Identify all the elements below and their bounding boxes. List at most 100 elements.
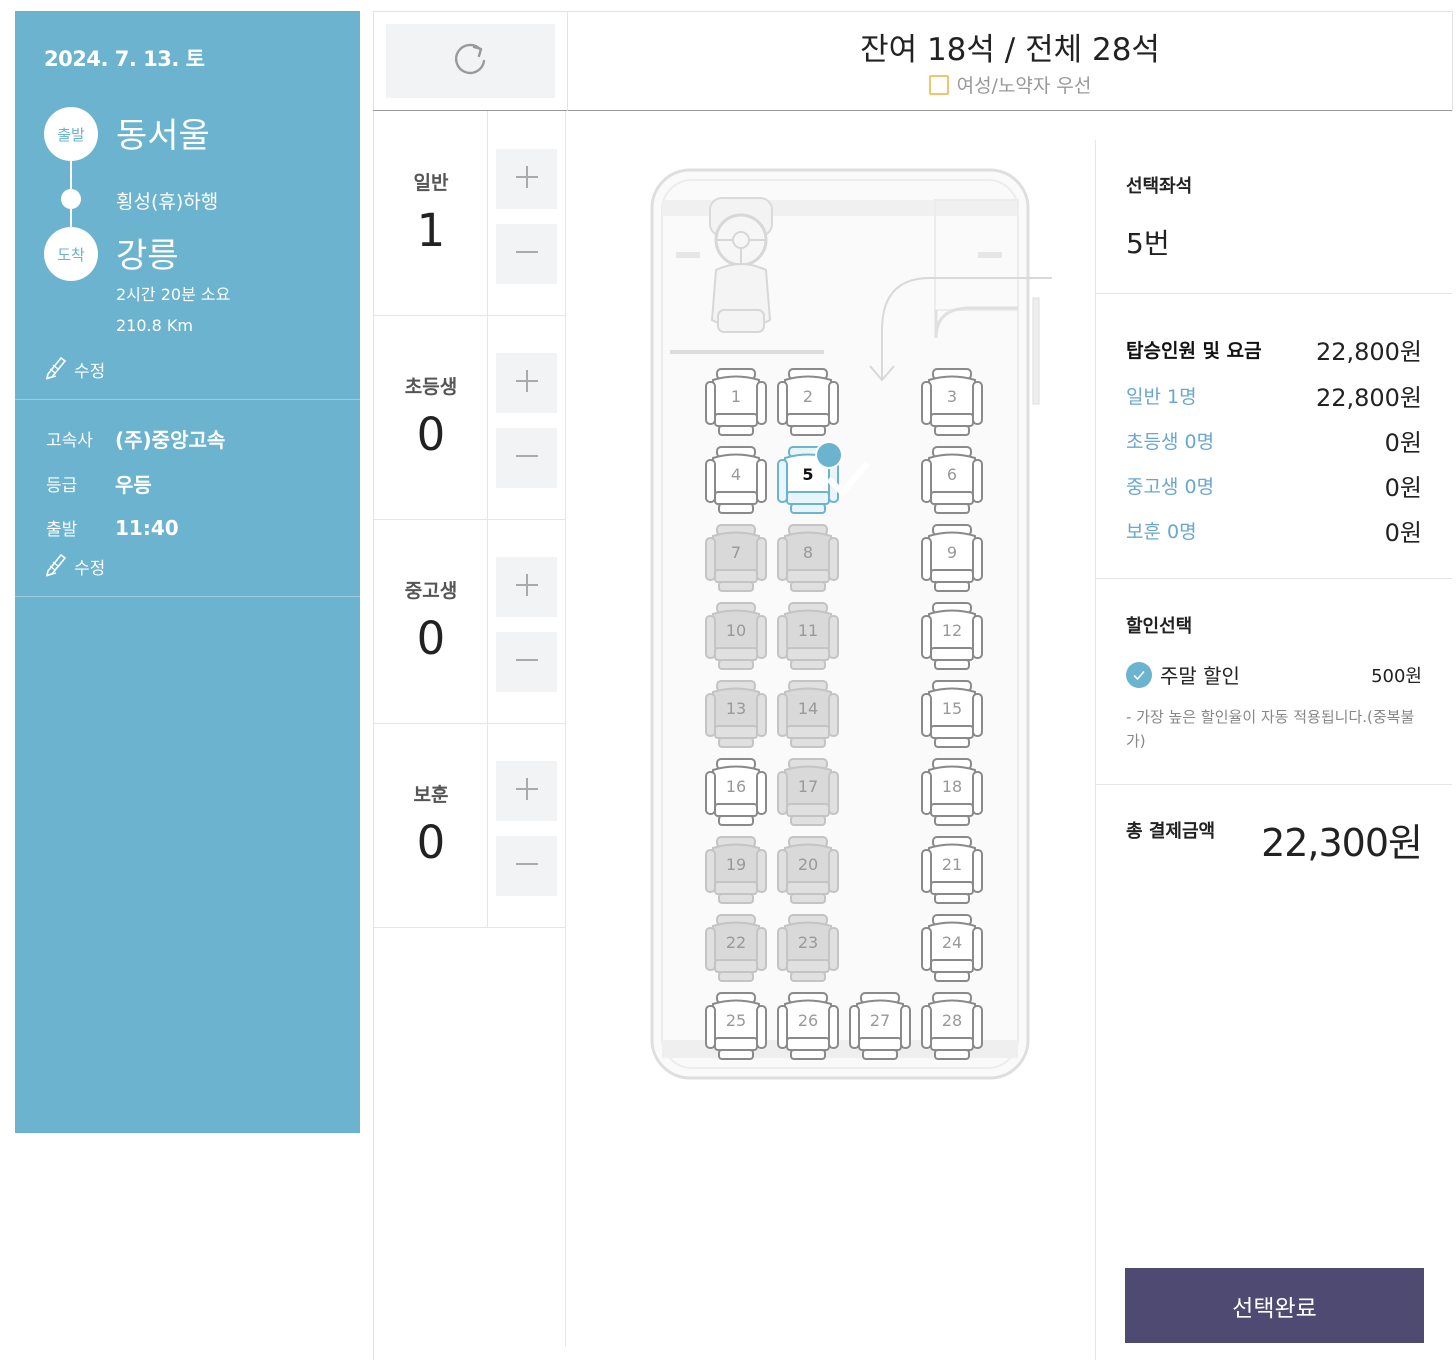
- seat-5[interactable]: 5: [777, 441, 870, 514]
- seat-number: 3: [946, 387, 958, 406]
- seat-number: 22: [725, 933, 747, 952]
- complete-selection-button[interactable]: 선택완료: [1125, 1268, 1424, 1343]
- company-value: (주)중앙고속: [115, 428, 226, 452]
- seat-4[interactable]: 4: [705, 446, 767, 514]
- seat-28[interactable]: 28: [921, 992, 983, 1060]
- seat-24[interactable]: 24: [921, 914, 983, 982]
- priority-seat-legend: 여성/노약자 우선: [568, 71, 1452, 98]
- passenger-count: 0: [416, 816, 446, 869]
- arrival-terminal: 강릉: [116, 236, 179, 276]
- seat-number: 23: [797, 933, 819, 952]
- decrease-button[interactable]: [496, 224, 557, 284]
- bus-outline: [650, 168, 1052, 1080]
- edit-schedule-label: 수정: [74, 559, 106, 579]
- passenger-type-label: 일반: [413, 172, 449, 194]
- increase-button[interactable]: [496, 557, 557, 617]
- seat-18[interactable]: 18: [921, 758, 983, 826]
- seat-3[interactable]: 3: [921, 368, 983, 436]
- seat-8: 8: [777, 524, 839, 592]
- plus-icon: [513, 571, 541, 603]
- seat-22: 22: [705, 914, 767, 982]
- seat-1[interactable]: 1: [705, 368, 767, 436]
- selected-seat-title: 선택좌석: [1126, 176, 1193, 197]
- departure-terminal: 동서울: [116, 116, 210, 156]
- check-circle-icon[interactable]: [1126, 661, 1152, 688]
- depart-time-row: 출발 11:40: [46, 515, 179, 541]
- passenger-counter-veteran: 보훈 0: [374, 724, 565, 928]
- seat-12[interactable]: 12: [921, 602, 983, 670]
- minus-icon: [513, 646, 541, 678]
- seat-number: 9: [946, 543, 958, 562]
- fare-amount: 0원: [1384, 474, 1422, 502]
- fare-label: 일반 1명: [1126, 386, 1197, 408]
- grade-row: 등급 우등: [46, 469, 152, 498]
- minus-icon: [513, 238, 541, 270]
- seat-number: 4: [730, 465, 742, 484]
- increase-button[interactable]: [496, 353, 557, 413]
- minus-icon: [513, 442, 541, 474]
- pencil-icon: [44, 551, 68, 582]
- arrival-badge: 도착: [44, 227, 98, 281]
- passenger-type-label: 초등생: [404, 376, 458, 398]
- seat-6[interactable]: 6: [921, 446, 983, 514]
- seat-number: 16: [725, 777, 747, 796]
- seat-26[interactable]: 26: [777, 992, 839, 1060]
- weekend-discount-option[interactable]: 주말 할인 500원: [1126, 660, 1422, 689]
- passenger-count: 1: [416, 204, 446, 257]
- seat-21[interactable]: 21: [921, 836, 983, 904]
- seat-9[interactable]: 9: [921, 524, 983, 592]
- refresh-button[interactable]: [386, 24, 555, 98]
- seat-number: 6: [946, 465, 958, 484]
- seat-16[interactable]: 16: [705, 758, 767, 826]
- via-stop: 횡성(휴)하행: [116, 191, 219, 213]
- seat-number: 20: [797, 855, 819, 874]
- passenger-type-label: 보훈: [413, 784, 449, 806]
- fare-amount: 22,800원: [1315, 384, 1422, 412]
- via-dot: [61, 189, 81, 209]
- refresh-icon: [451, 39, 491, 83]
- increase-button[interactable]: [496, 761, 557, 821]
- fare-amount: 0원: [1384, 429, 1422, 457]
- fare-row-general: 일반 1명 22,800원: [1126, 378, 1422, 413]
- seat-15[interactable]: 15: [921, 680, 983, 748]
- edit-route-label: 수정: [74, 362, 106, 382]
- plus-icon: [513, 163, 541, 195]
- passenger-counter-elementary: 초등생 0: [374, 316, 565, 520]
- seat-number: 26: [797, 1011, 819, 1030]
- fare-title: 탑승인원 및 요금: [1126, 340, 1262, 362]
- decrease-button[interactable]: [496, 836, 557, 896]
- fare-label: 중고생 0명: [1126, 476, 1215, 498]
- seat-number: 13: [725, 699, 747, 718]
- seat-number: 25: [725, 1011, 747, 1030]
- seat-25[interactable]: 25: [705, 992, 767, 1060]
- increase-button[interactable]: [496, 149, 557, 209]
- fare-row-veteran: 보훈 0명 0원: [1126, 513, 1422, 548]
- trip-info-sidebar: 2024. 7. 13. 토 출발 도착 동서울 횡성(휴)하행 강릉 2시간 …: [15, 11, 360, 1133]
- grade-value: 우등: [115, 473, 152, 497]
- discount-amount: 500원: [1371, 665, 1422, 687]
- priority-seat-label: 여성/노약자 우선: [956, 75, 1092, 97]
- summary-divider: [1096, 293, 1452, 294]
- trip-duration: 2시간 20분 소요: [116, 285, 231, 304]
- bus-seat-map: 1 2 3 4 5 6 7 8 9 10 11 12 13 14 15 16 17 18 19 20 21 22 23 24 2…: [640, 160, 1060, 1090]
- fare-row-middle-high: 중고생 0명 0원: [1126, 468, 1422, 503]
- seat-number: 21: [941, 855, 963, 874]
- edit-schedule-button[interactable]: 수정: [44, 551, 105, 582]
- passenger-type-label: 중고생: [404, 580, 458, 602]
- panel-border: [1452, 11, 1453, 111]
- decrease-button[interactable]: [496, 428, 557, 488]
- discount-title: 할인선택: [1126, 616, 1193, 637]
- check-circle-icon: [815, 441, 870, 498]
- seat-number: 27: [869, 1011, 891, 1030]
- summary-divider: [1096, 784, 1452, 785]
- seat-number: 14: [797, 699, 819, 718]
- trip-date: 2024. 7. 13. 토: [44, 47, 205, 71]
- decrease-button[interactable]: [496, 632, 557, 692]
- passenger-counter-general: 일반 1: [374, 112, 565, 316]
- seat-2[interactable]: 2: [777, 368, 839, 436]
- panel-border: [373, 11, 1453, 12]
- discount-note: - 가장 높은 할인율이 자동 적용됩니다.(중복불가): [1126, 708, 1415, 750]
- company-row: 고속사 (주)중앙고속: [46, 424, 225, 453]
- seat-27[interactable]: 27: [849, 992, 911, 1060]
- edit-route-button[interactable]: 수정: [44, 354, 105, 385]
